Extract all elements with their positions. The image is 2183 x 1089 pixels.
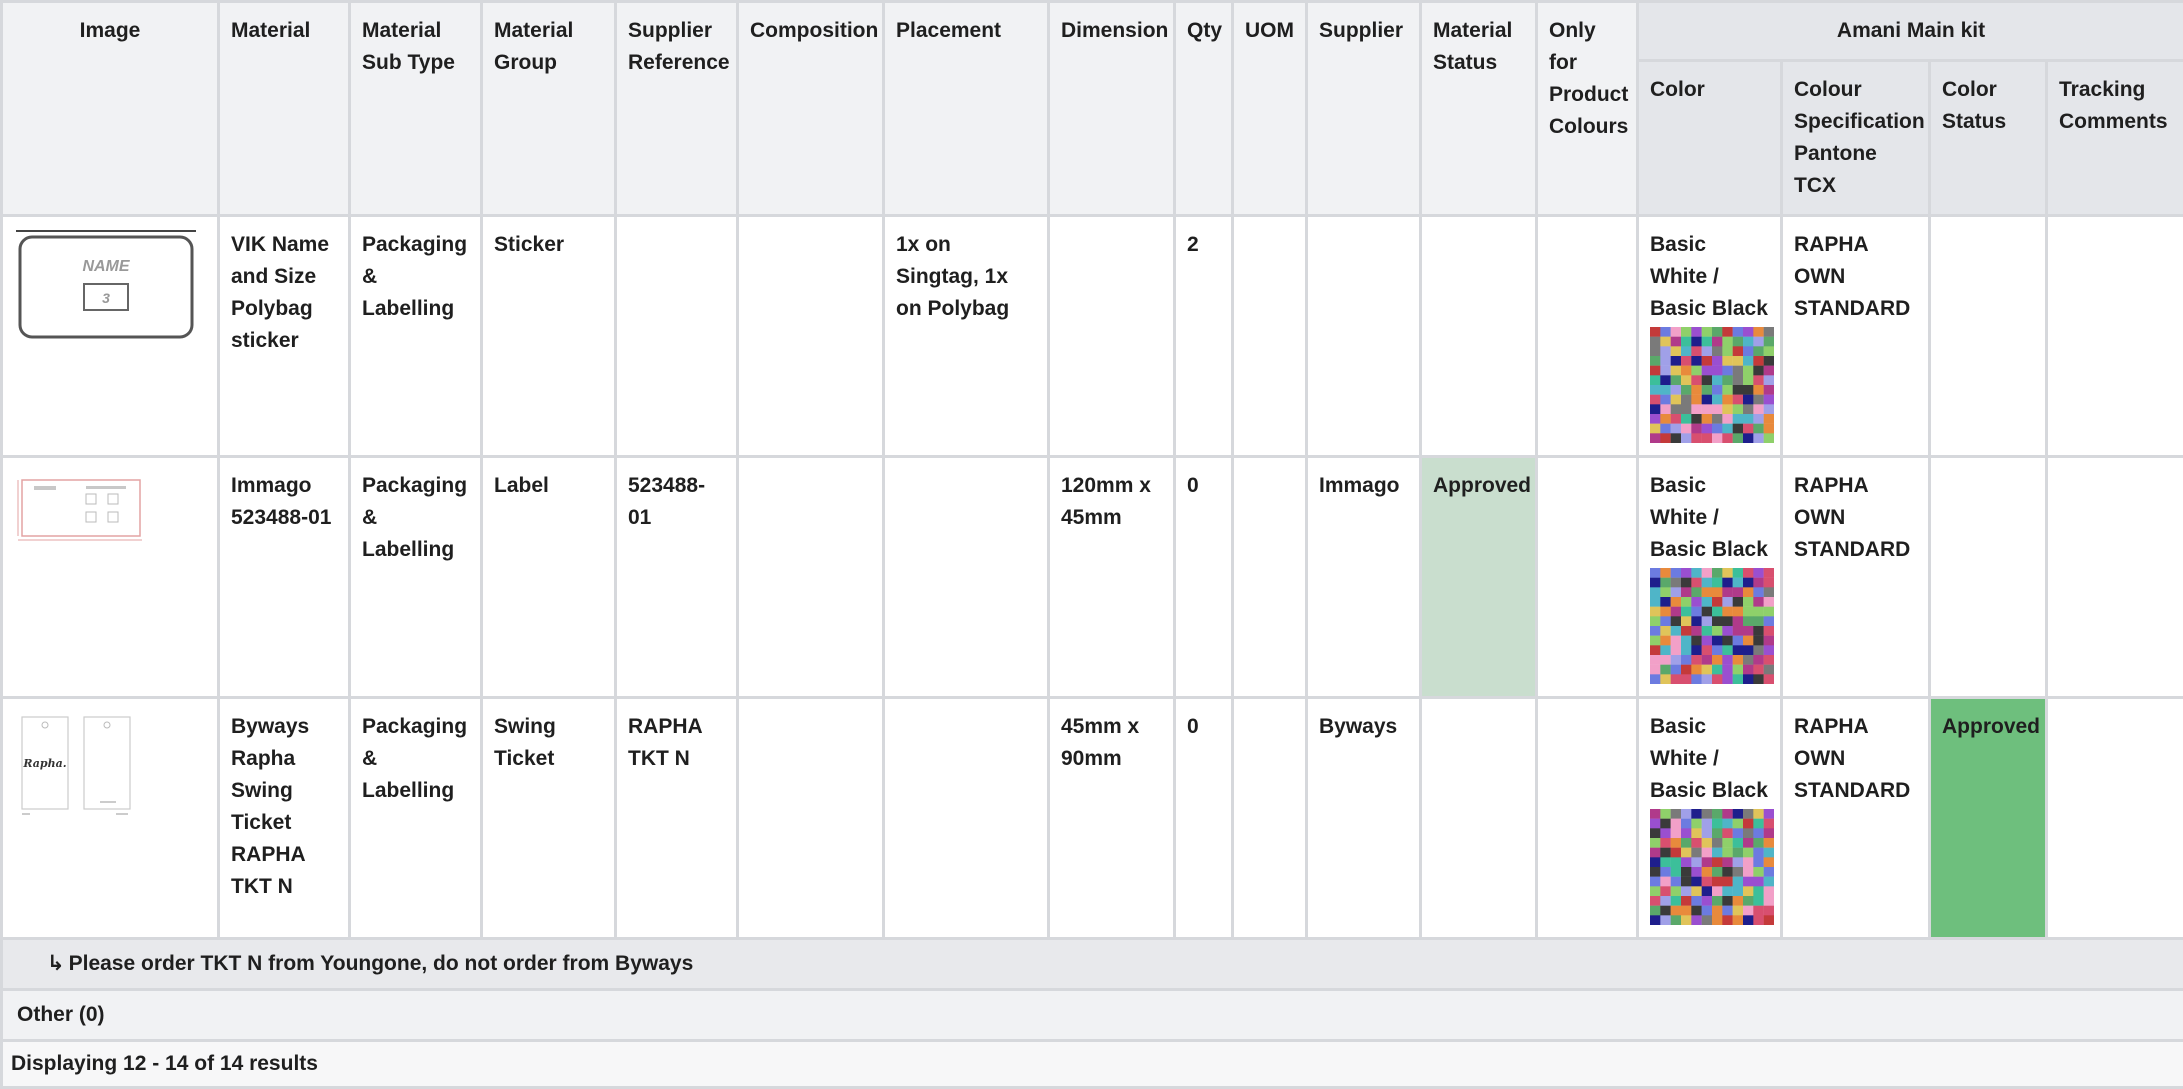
color-name: Basic White / Basic Black (1650, 470, 1769, 566)
material-status-cell: Approved (1421, 457, 1537, 698)
only-for-cell (1537, 216, 1638, 457)
color-status-cell (1930, 216, 2047, 457)
reply-arrow-icon: ↳ (47, 948, 65, 980)
supplier-cell: Immago (1307, 457, 1421, 698)
name-size-sticker-thumbnail: NAME 3 (14, 229, 198, 341)
col-header-color[interactable]: Color (1638, 61, 1782, 216)
uom-cell (1233, 216, 1307, 457)
color-status-cell (1930, 457, 2047, 698)
supplier-cell: Byways (1307, 698, 1421, 939)
only-for-cell (1537, 698, 1638, 939)
supplier-cell (1307, 216, 1421, 457)
tracking-comments-cell[interactable] (2047, 457, 2183, 698)
color-cell: Basic White / Basic Black (1638, 698, 1782, 939)
col-header-uom[interactable]: UOM (1233, 2, 1307, 216)
color-name: Basic White / Basic Black (1650, 711, 1769, 807)
material-image-cell[interactable]: Rapha. (2, 698, 219, 939)
kit-group-header: Amani Main kit (1638, 2, 2183, 61)
col-header-supplier-reference[interactable]: Supplier Reference (616, 2, 738, 216)
col-header-dimension[interactable]: Dimension (1049, 2, 1175, 216)
other-group-label[interactable]: Other (0) (2, 990, 2183, 1041)
sub-type-cell: Packaging & Labelling (350, 216, 482, 457)
color-swatch (1650, 327, 1774, 443)
tracking-comments-cell[interactable] (2047, 216, 2183, 457)
color-name: Basic White / Basic Black (1650, 229, 1769, 325)
other-group-row[interactable]: Other (0) (2, 990, 2183, 1041)
note-row: ↳Please order TKT N from Youngone, do no… (2, 939, 2183, 990)
supplier-ref-cell: 523488-01 (616, 457, 738, 698)
material-cell[interactable]: VIK Name and Size Polybag sticker (219, 216, 350, 457)
composition-cell (738, 457, 884, 698)
sub-type-cell: Packaging & Labelling (350, 698, 482, 939)
color-cell: Basic White / Basic Black (1638, 457, 1782, 698)
col-header-tracking-comments[interactable]: Tracking Comments (2047, 61, 2183, 216)
supplier-ref-cell (616, 216, 738, 457)
table-row[interactable]: Immago 523488-01 Packaging & Labelling L… (2, 457, 2183, 698)
care-label-thumbnail (14, 470, 144, 550)
order-note: ↳Please order TKT N from Youngone, do no… (2, 939, 2183, 990)
swing-ticket-thumbnail: Rapha. (14, 711, 144, 823)
col-header-only-for-product-colours[interactable]: Only for Product Colours (1537, 2, 1638, 216)
sticker-name-text: NAME (82, 258, 130, 275)
dimension-cell: 45mm x 90mm (1049, 698, 1175, 939)
material-status-cell (1421, 216, 1537, 457)
material-image-cell[interactable]: NAME 3 (2, 216, 219, 457)
material-status-cell (1421, 698, 1537, 939)
order-note-text: Please order TKT N from Youngone, do not… (69, 952, 694, 975)
placement-cell (884, 457, 1049, 698)
dimension-cell (1049, 216, 1175, 457)
colour-spec-cell: RAPHA OWN STANDARD (1782, 457, 1930, 698)
only-for-cell (1537, 457, 1638, 698)
pagination-row: Displaying 12 - 14 of 14 results (2, 1041, 2183, 1088)
composition-cell (738, 216, 884, 457)
supplier-ref-cell: RAPHA TKT N (616, 698, 738, 939)
col-header-image[interactable]: Image (2, 2, 219, 216)
group-cell: Label (482, 457, 616, 698)
col-header-supplier[interactable]: Supplier (1307, 2, 1421, 216)
uom-cell (1233, 698, 1307, 939)
color-swatch (1650, 568, 1774, 684)
col-header-material[interactable]: Material (219, 2, 350, 216)
color-swatch (1650, 809, 1774, 925)
color-status-cell: Approved (1930, 698, 2047, 939)
qty-cell: 0 (1175, 457, 1233, 698)
dimension-cell: 120mm x 45mm (1049, 457, 1175, 698)
results-count: Displaying 12 - 14 of 14 results (2, 1041, 2183, 1088)
col-header-material-group[interactable]: Material Group (482, 2, 616, 216)
color-cell: Basic White / Basic Black (1638, 216, 1782, 457)
table-row[interactable]: NAME 3 VIK Name and Size Polybag sticker… (2, 216, 2183, 457)
table-row[interactable]: Rapha. Byways Rapha Swing Ticket RAPHA T… (2, 698, 2183, 939)
swing-ticket-brand: Rapha. (22, 757, 66, 770)
composition-cell (738, 698, 884, 939)
tracking-comments-cell[interactable] (2047, 698, 2183, 939)
placement-cell: 1x on Singtag, 1x on Polybag (884, 216, 1049, 457)
header-row: Image Material Material Sub Type Materia… (2, 2, 2183, 61)
group-cell: Swing Ticket (482, 698, 616, 939)
placement-cell (884, 698, 1049, 939)
col-header-material-sub-type[interactable]: Material Sub Type (350, 2, 482, 216)
material-cell[interactable]: Immago 523488-01 (219, 457, 350, 698)
material-image-cell[interactable] (2, 457, 219, 698)
col-header-material-status[interactable]: Material Status (1421, 2, 1537, 216)
uom-cell (1233, 457, 1307, 698)
col-header-qty[interactable]: Qty (1175, 2, 1233, 216)
col-header-color-status[interactable]: Color Status (1930, 61, 2047, 216)
colour-spec-cell: RAPHA OWN STANDARD (1782, 698, 1930, 939)
col-header-placement[interactable]: Placement (884, 2, 1049, 216)
sticker-size-text: 3 (102, 290, 110, 306)
qty-cell: 2 (1175, 216, 1233, 457)
colour-spec-cell: RAPHA OWN STANDARD (1782, 216, 1930, 457)
group-cell: Sticker (482, 216, 616, 457)
materials-table: Image Material Material Sub Type Materia… (0, 0, 2183, 1089)
col-header-colour-specification[interactable]: Colour Specification Pantone TCX (1782, 61, 1930, 216)
sub-type-cell: Packaging & Labelling (350, 457, 482, 698)
qty-cell: 0 (1175, 698, 1233, 939)
material-cell[interactable]: Byways Rapha Swing Ticket RAPHA TKT N (219, 698, 350, 939)
col-header-composition[interactable]: Composition (738, 2, 884, 216)
